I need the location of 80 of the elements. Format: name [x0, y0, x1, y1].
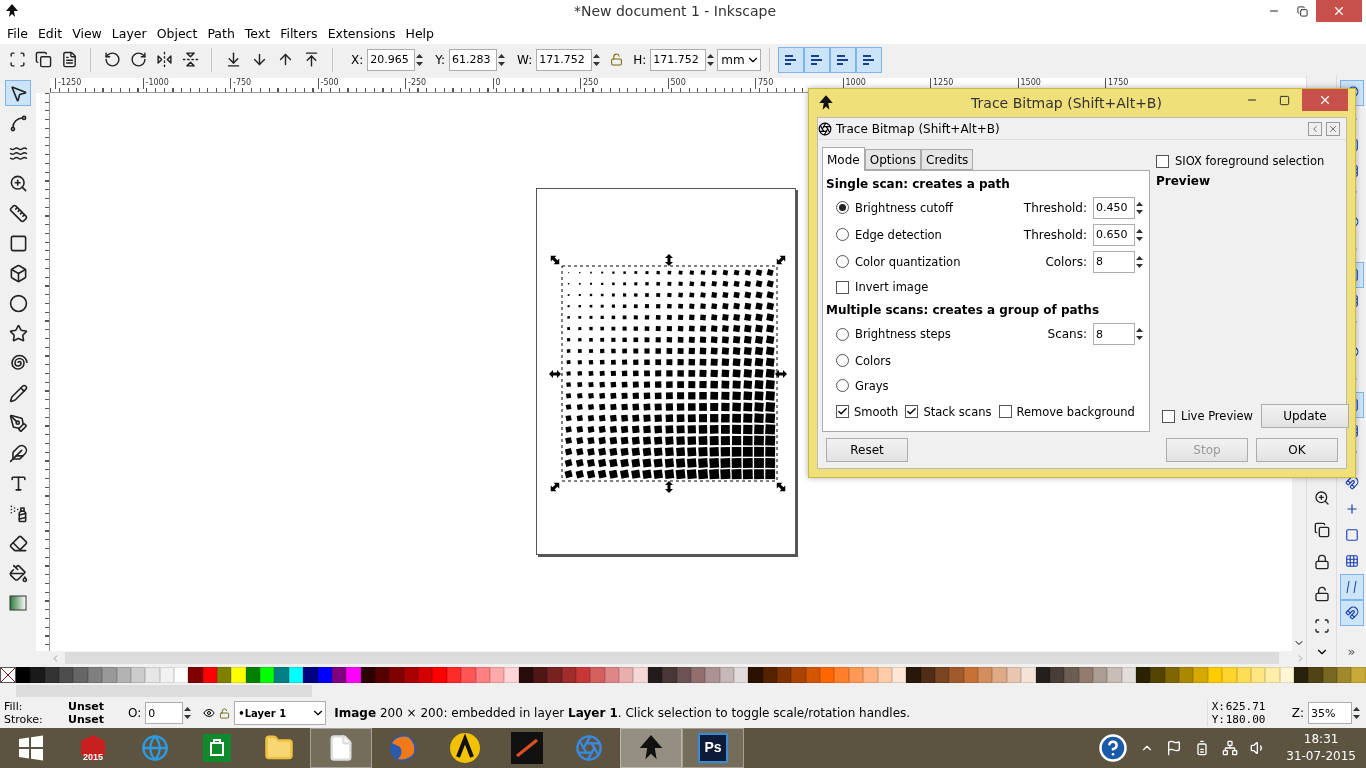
- option-label: Stack scans: [923, 404, 992, 419]
- number-field[interactable]: 0: [145, 702, 184, 724]
- coordinate-value: 180.00: [1225, 713, 1267, 726]
- fill-value: Unset: [68, 700, 106, 713]
- number-field[interactable]: 171.752: [536, 48, 593, 71]
- option-label: Smooth: [854, 404, 899, 419]
- field-label: Y:: [435, 52, 446, 67]
- number-field[interactable]: 61.283: [449, 48, 498, 71]
- ruler-label: -750: [230, 78, 318, 89]
- tab[interactable]: Credits: [921, 149, 974, 170]
- section-heading: Single scan: creates a path: [826, 175, 1011, 193]
- option-label: Live Preview: [1181, 409, 1253, 423]
- option-label: Invert image: [855, 280, 929, 294]
- icon-label: Ps: [704, 739, 722, 755]
- menu-item[interactable]: Edit: [32, 23, 68, 43]
- field-label: Threshold:: [1023, 227, 1087, 242]
- ruler-label: -250: [405, 78, 493, 89]
- dialog-button[interactable]: Reset: [826, 438, 908, 462]
- menu-item[interactable]: Text: [239, 23, 276, 43]
- coordinate-label: X:: [1211, 700, 1226, 713]
- clock-date: 31-07-2015: [1286, 748, 1356, 765]
- dialog-title: Trace Bitmap (Shift+Alt+B): [970, 95, 1163, 111]
- taskbar-button[interactable]: Ps: [682, 728, 744, 768]
- number-field[interactable]: 171.752: [650, 48, 707, 71]
- menu-item[interactable]: Extensions: [322, 23, 401, 43]
- option-label: Colors: [855, 353, 892, 368]
- fill-label: Fill:: [4, 700, 24, 713]
- ruler-label: -1250: [55, 78, 143, 89]
- option-label: SIOX foreground selection: [1175, 154, 1325, 168]
- ruler-label: 500: [667, 78, 755, 89]
- menu-item[interactable]: Object: [151, 23, 203, 43]
- window-title: *New document 1 - Inkscape: [572, 3, 778, 19]
- menu-item[interactable]: Help: [400, 23, 439, 43]
- update-button[interactable]: Update: [1260, 404, 1349, 428]
- option-label: Grays: [855, 378, 889, 393]
- option-label: Brightness steps: [855, 327, 951, 341]
- coordinate-value: 625.71: [1225, 700, 1267, 713]
- field-label: Scans:: [1047, 327, 1087, 341]
- option-label: Remove background: [1016, 404, 1135, 419]
- number-field[interactable]: 8: [1093, 323, 1135, 345]
- preview-label: Preview: [1156, 174, 1211, 188]
- field-label: X:: [351, 52, 364, 67]
- layer-dropdown[interactable]: •Layer 1: [234, 701, 327, 725]
- option-label: Brightness cutoff: [855, 200, 953, 215]
- menu-item[interactable]: File: [2, 23, 33, 43]
- dialog-button[interactable]: OK: [1256, 438, 1338, 462]
- icon-label: 2015: [83, 752, 103, 762]
- field-label: Threshold:: [1023, 200, 1087, 215]
- tab[interactable]: Mode: [822, 147, 865, 171]
- ruler-label: -500: [317, 78, 405, 89]
- menu-item[interactable]: View: [67, 23, 107, 43]
- clock-time: 18:31: [1303, 731, 1339, 748]
- menu-item[interactable]: Path: [202, 23, 240, 43]
- section-heading: Multiple scans: creates a group of paths: [826, 301, 1101, 319]
- zoom-label: Z:: [1291, 706, 1304, 720]
- number-field[interactable]: 35%: [1308, 702, 1352, 724]
- menu-item[interactable]: Filters: [275, 23, 323, 43]
- tab[interactable]: Options: [864, 149, 921, 170]
- stroke-label: Stroke:: [4, 713, 44, 726]
- status-message: Image 200 × 200: embedded in layer Layer 1. Click selection to toggle scale/rotation handles.: [334, 706, 911, 720]
- number-field[interactable]: 8: [1093, 250, 1135, 273]
- opacity-label: O:: [128, 706, 142, 720]
- option-label: Edge detection: [855, 227, 942, 242]
- field-label: H:: [633, 52, 647, 67]
- ruler-label: 0: [492, 78, 580, 89]
- number-field[interactable]: 0.450: [1093, 196, 1135, 219]
- field-label: W:: [517, 52, 533, 67]
- number-field[interactable]: 0.650: [1093, 223, 1135, 246]
- panel-title: Trace Bitmap (Shift+Alt+B): [836, 121, 1000, 136]
- taskbar-button[interactable]: 2015: [62, 728, 124, 768]
- menu-item[interactable]: Layer: [106, 23, 152, 43]
- number-field[interactable]: 20.965: [367, 48, 416, 71]
- overflow-button[interactable]: »: [1343, 644, 1360, 659]
- unit-dropdown[interactable]: mm: [717, 48, 762, 71]
- coordinate-label: Y:: [1211, 713, 1226, 726]
- option-label: Color quantization: [855, 254, 961, 269]
- ruler-label: 250: [580, 78, 668, 89]
- field-label: Colors:: [1045, 254, 1087, 269]
- ruler-label: -1000: [142, 78, 230, 89]
- stroke-value: Unset: [68, 713, 106, 726]
